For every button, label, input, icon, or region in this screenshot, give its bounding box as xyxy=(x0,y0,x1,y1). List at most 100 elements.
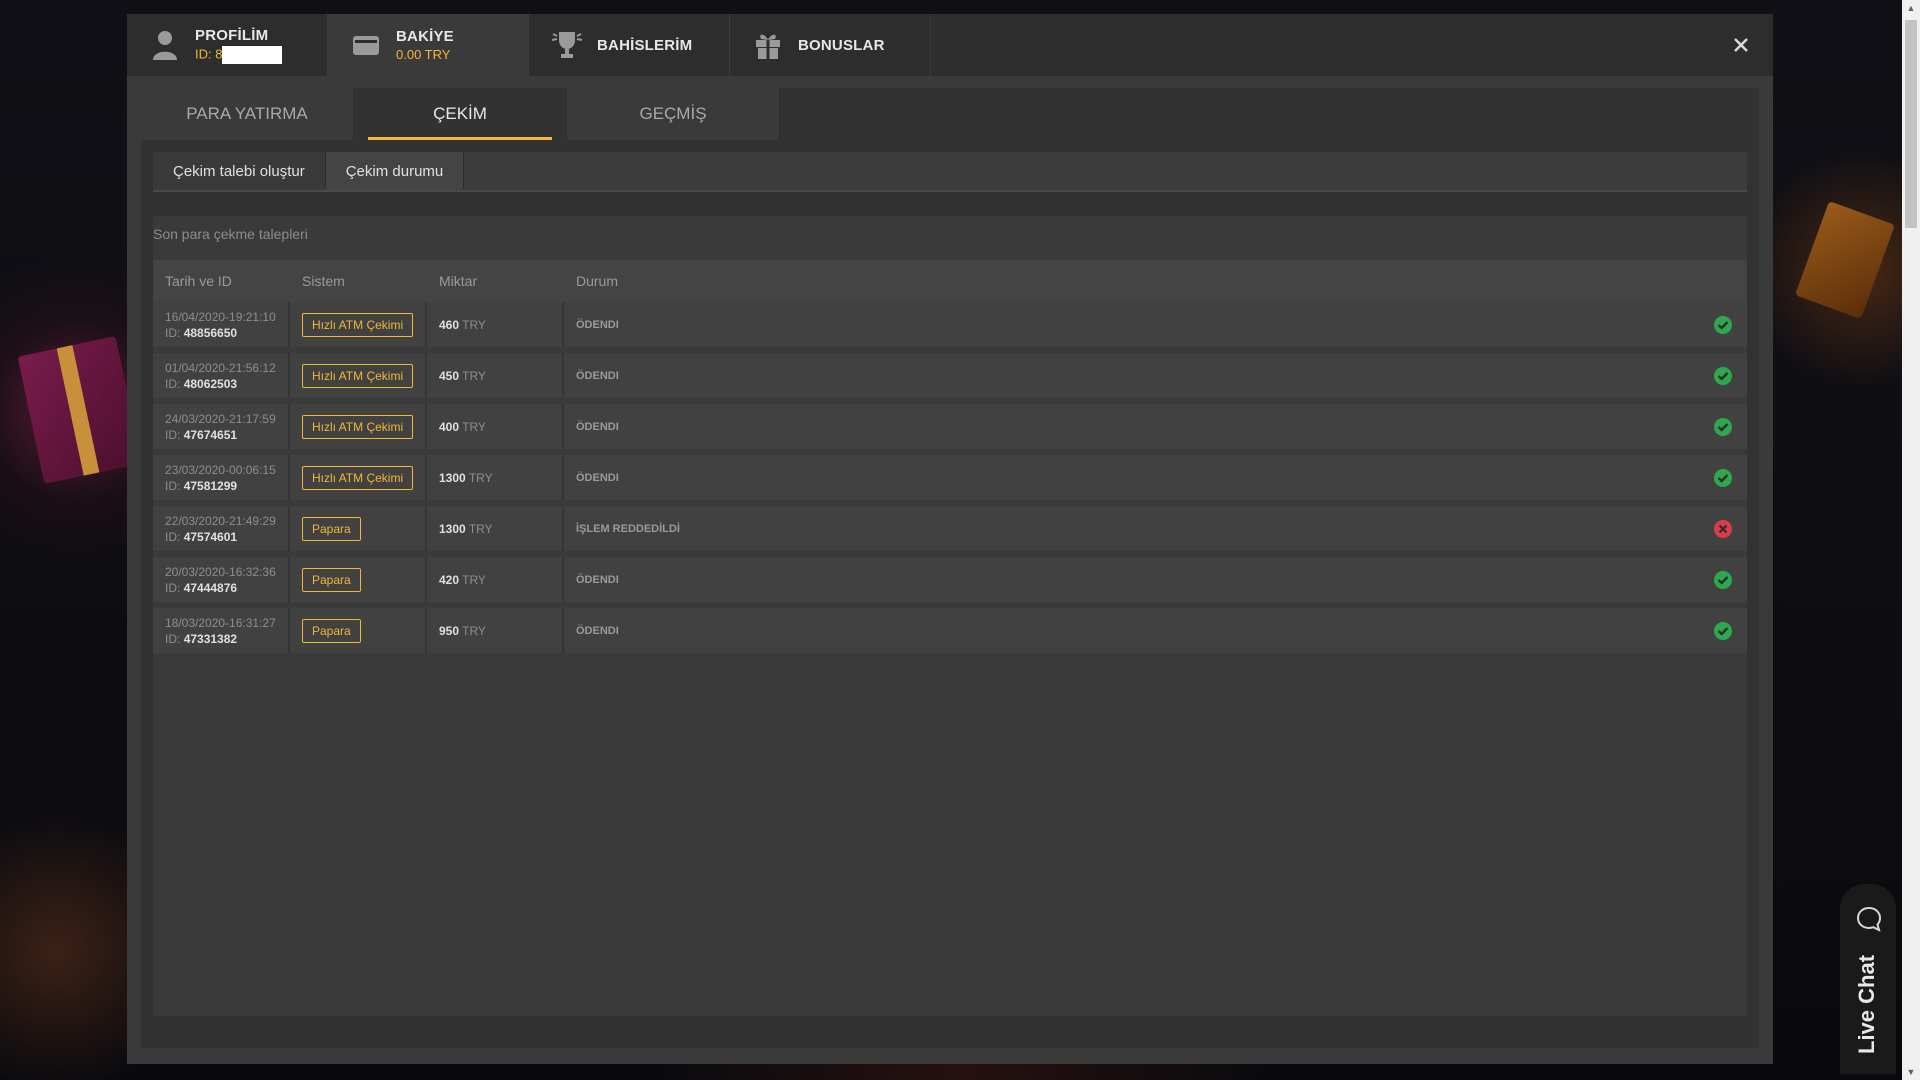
close-icon[interactable] xyxy=(1729,32,1753,56)
table-header: Tarih ve ID Sistem Miktar Durum xyxy=(153,260,1747,302)
row-amount: 420 TRY xyxy=(439,572,486,587)
table-row: 18/03/2020-16:31:27 ID: 47331382 Papara … xyxy=(153,608,1747,653)
tab-create-withdraw-request[interactable]: Çekim talebi oluştur xyxy=(153,152,326,190)
row-amount: 950 TRY xyxy=(439,623,486,638)
row-id: ID: 47331382 xyxy=(165,631,238,646)
date-id-cell: 18/03/2020-16:31:27 ID: 47331382 xyxy=(153,608,290,653)
table-row: 24/03/2020-21:17:59 ID: 47674651 Hızlı A… xyxy=(153,404,1747,449)
scroll-up-arrow[interactable]: ▲ xyxy=(1902,0,1920,16)
system-cell: Hızlı ATM Çekimi xyxy=(290,404,427,449)
account-modal: PROFİLİM ID: 8 BAKİYE 0.00 TRY BAHİSLERİ… xyxy=(127,14,1773,1064)
profile-title: PROFİLİM xyxy=(195,26,269,44)
tab-deposit[interactable]: PARA YATIRMA xyxy=(141,88,354,140)
tab-bonuses[interactable]: BONUSLAR xyxy=(730,14,931,76)
wallet-icon xyxy=(348,27,384,63)
row-id: ID: 47581299 xyxy=(165,478,238,493)
status-cell: ÖDENDI xyxy=(564,302,1747,347)
row-status: ÖDENDI xyxy=(576,369,619,382)
profile-id: ID: 8 xyxy=(195,45,283,64)
check-circle-icon xyxy=(1713,366,1733,386)
user-icon xyxy=(147,27,183,63)
row-id: ID: 47674651 xyxy=(165,427,238,442)
system-badge: Hızlı ATM Çekimi xyxy=(302,414,414,439)
system-badge: Papara xyxy=(302,618,361,643)
row-status: ÖDENDI xyxy=(576,624,619,637)
status-cell: ÖDENDI xyxy=(564,404,1747,449)
row-date: 16/04/2020-19:21:10 xyxy=(165,309,276,324)
row-date: 23/03/2020-00:06:15 xyxy=(165,462,276,477)
row-status: ÖDENDI xyxy=(576,420,619,433)
amount-cell: 400 TRY xyxy=(427,404,564,449)
row-date: 18/03/2020-16:31:27 xyxy=(165,615,276,630)
check-circle-icon xyxy=(1713,468,1733,488)
withdraw-requests-table: Tarih ve ID Sistem Miktar Durum 16/04/20… xyxy=(153,260,1747,659)
tab-history[interactable]: GEÇMİŞ xyxy=(567,88,780,140)
check-circle-icon xyxy=(1713,570,1733,590)
system-badge: Papara xyxy=(302,567,361,592)
row-id: ID: 47574601 xyxy=(165,529,238,544)
status-cell: ÖDENDI xyxy=(564,455,1747,500)
header-date-id: Tarih ve ID xyxy=(165,273,232,289)
bonuses-title: BONUSLAR xyxy=(798,36,885,54)
system-cell: Papara xyxy=(290,557,427,602)
system-badge: Papara xyxy=(302,516,361,541)
scroll-thumb[interactable] xyxy=(1905,20,1917,228)
scroll-down-arrow[interactable]: ▼ xyxy=(1902,1064,1920,1080)
row-id: ID: 48062503 xyxy=(165,376,238,391)
modal-content: PARA YATIRMA ÇEKİM GEÇMİŞ Çekim talebi o… xyxy=(141,88,1759,1048)
date-id-cell: 16/04/2020-19:21:10 ID: 48856650 xyxy=(153,302,290,347)
trophy-icon xyxy=(549,27,585,63)
check-circle-icon xyxy=(1713,315,1733,335)
system-badge: Hızlı ATM Çekimi xyxy=(302,465,414,490)
tab-withdraw[interactable]: ÇEKİM xyxy=(354,88,567,140)
tab-profile[interactable]: PROFİLİM ID: 8 xyxy=(127,14,328,76)
panel-title: Son para çekme talepleri xyxy=(153,226,308,242)
row-status: ÖDENDI xyxy=(576,318,619,331)
main-tabs: PARA YATIRMA ÇEKİM GEÇMİŞ xyxy=(141,88,780,140)
balance-title: BAKİYE xyxy=(396,28,454,45)
header-status: Durum xyxy=(576,273,619,289)
status-cell: İŞLEM REDDEDİLDİ xyxy=(564,506,1747,551)
status-cell: ÖDENDI xyxy=(564,557,1747,602)
row-amount: 1300 TRY xyxy=(439,470,493,485)
status-cell: ÖDENDI xyxy=(564,353,1747,398)
system-cell: Hızlı ATM Çekimi xyxy=(290,455,427,500)
header-amount: Miktar xyxy=(439,273,478,289)
table-row: 20/03/2020-16:32:36 ID: 47444876 Papara … xyxy=(153,557,1747,602)
row-amount: 400 TRY xyxy=(439,419,486,434)
tab-bets[interactable]: BAHİSLERİM xyxy=(529,14,730,76)
page-scrollbar[interactable]: ▲ ▼ xyxy=(1902,0,1920,1080)
account-topbar: PROFİLİM ID: 8 BAKİYE 0.00 TRY BAHİSLERİ… xyxy=(127,14,1773,76)
x-circle-icon xyxy=(1713,519,1733,539)
chat-bubble-icon xyxy=(1856,906,1882,937)
check-circle-icon xyxy=(1713,417,1733,437)
row-status: İŞLEM REDDEDİLDİ xyxy=(576,522,680,535)
system-badge: Hızlı ATM Çekimi xyxy=(302,312,414,337)
row-status: ÖDENDI xyxy=(576,471,619,484)
gift-icon xyxy=(750,27,786,63)
balance-value: 0.00 TRY xyxy=(396,47,451,62)
amount-cell: 1300 TRY xyxy=(427,506,564,551)
amount-cell: 420 TRY xyxy=(427,557,564,602)
row-id: ID: 48856650 xyxy=(165,325,238,340)
table-row: 23/03/2020-00:06:15 ID: 47581299 Hızlı A… xyxy=(153,455,1747,500)
live-chat-button[interactable]: Live Chat xyxy=(1840,884,1896,1074)
check-circle-icon xyxy=(1713,621,1733,641)
tab-withdraw-status[interactable]: Çekim durumu xyxy=(325,152,465,190)
bets-title: BAHİSLERİM xyxy=(597,36,693,54)
redacted-id xyxy=(222,45,283,64)
amount-cell: 1300 TRY xyxy=(427,455,564,500)
row-amount: 1300 TRY xyxy=(439,521,493,536)
row-date: 22/03/2020-21:49:29 xyxy=(165,513,276,528)
status-cell: ÖDENDI xyxy=(564,608,1747,653)
row-date: 24/03/2020-21:17:59 xyxy=(165,411,276,426)
amount-cell: 460 TRY xyxy=(427,302,564,347)
system-cell: Papara xyxy=(290,608,427,653)
row-date: 01/04/2020-21:56:12 xyxy=(165,360,276,375)
row-id: ID: 47444876 xyxy=(165,580,238,595)
tab-balance[interactable]: BAKİYE 0.00 TRY xyxy=(328,14,529,76)
system-badge: Hızlı ATM Çekimi xyxy=(302,363,414,388)
system-cell: Hızlı ATM Çekimi xyxy=(290,302,427,347)
date-id-cell: 01/04/2020-21:56:12 ID: 48062503 xyxy=(153,353,290,398)
live-chat-label: Live Chat xyxy=(1854,954,1879,1054)
